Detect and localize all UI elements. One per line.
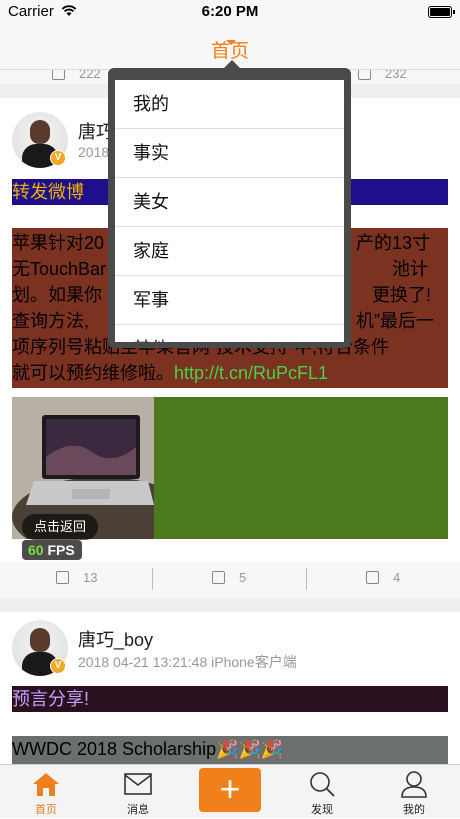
content-line: 池计 — [392, 259, 428, 279]
menu-item-facts[interactable]: 事实 — [115, 129, 344, 178]
verified-badge-icon: V — [50, 658, 66, 674]
menu-item-mine[interactable]: 我的 — [115, 80, 344, 129]
menu-item-family[interactable]: 家庭 — [115, 227, 344, 276]
popup-list: 我的 事实 美女 家庭 军事 其他 — [115, 80, 344, 342]
tab-home[interactable]: 首页 — [0, 765, 92, 819]
user-name[interactable]: 唐巧_boy — [78, 626, 153, 652]
fps-indicator: 60 FPS — [22, 540, 82, 560]
post-separator — [0, 598, 460, 612]
like-action[interactable]: 232 — [358, 70, 407, 81]
post-link[interactable]: http://t.cn/RuPcFL1 — [174, 363, 328, 383]
edit-icon — [212, 571, 225, 584]
content-line: 机”最后一 — [356, 311, 434, 331]
content-line: 就可以预约维修啦。http://t.cn/RuPcFL1 — [12, 363, 329, 383]
user-icon — [401, 771, 427, 798]
edit-icon — [52, 70, 65, 80]
menu-item-other[interactable]: 其他 — [115, 325, 344, 342]
post-date: 2018 — [78, 144, 110, 160]
compose-button[interactable]: + — [199, 768, 261, 812]
repost-label: 预言分享! — [12, 686, 448, 712]
search-icon — [310, 772, 335, 797]
edit-icon — [358, 70, 371, 80]
tab-discover[interactable]: 发现 — [276, 765, 368, 819]
verified-badge-icon: V — [50, 150, 66, 166]
title-dropdown-caret-icon[interactable] — [226, 40, 236, 45]
home-icon — [33, 773, 59, 796]
content-line: 苹果针对20 — [12, 233, 105, 253]
edit-icon — [366, 571, 379, 584]
status-bar: Carrier 6:20 PM — [0, 0, 460, 24]
tab-messages[interactable]: 消息 — [92, 765, 184, 819]
divider — [152, 568, 153, 590]
edit-icon — [56, 571, 69, 584]
content-line: 查询方法, — [12, 311, 90, 331]
menu-item-military[interactable]: 军事 — [115, 276, 344, 325]
back-button[interactable]: 点击返回 — [22, 514, 98, 540]
content-line: 无TouchBar — [12, 259, 107, 279]
post-meta: 2018 04-21 13:21:48 iPhone客户端 — [78, 654, 297, 670]
comment-action[interactable]: 5 — [212, 570, 246, 585]
post-actions: 13 5 4 — [0, 562, 460, 598]
content-line: 划。如果你 — [12, 285, 102, 305]
category-popup-menu: 我的 事实 美女 家庭 军事 其他 — [108, 68, 351, 348]
post-content[interactable]: WWDC 2018 Scholarship🎉🎉🎉 — [12, 736, 448, 764]
battery-icon — [428, 6, 455, 18]
plus-icon: + — [219, 768, 241, 809]
content-line: 产的13寸 — [356, 233, 431, 253]
mail-icon — [124, 773, 152, 795]
content-line: 更换了! — [372, 285, 432, 305]
clock: 6:20 PM — [201, 3, 259, 20]
repost-action[interactable]: 13 — [56, 570, 97, 585]
tab-profile[interactable]: 我的 — [368, 765, 460, 819]
like-action[interactable]: 4 — [366, 570, 400, 585]
divider — [306, 568, 307, 590]
menu-item-beauty[interactable]: 美女 — [115, 178, 344, 227]
comment-action[interactable]: 222 — [52, 70, 101, 81]
